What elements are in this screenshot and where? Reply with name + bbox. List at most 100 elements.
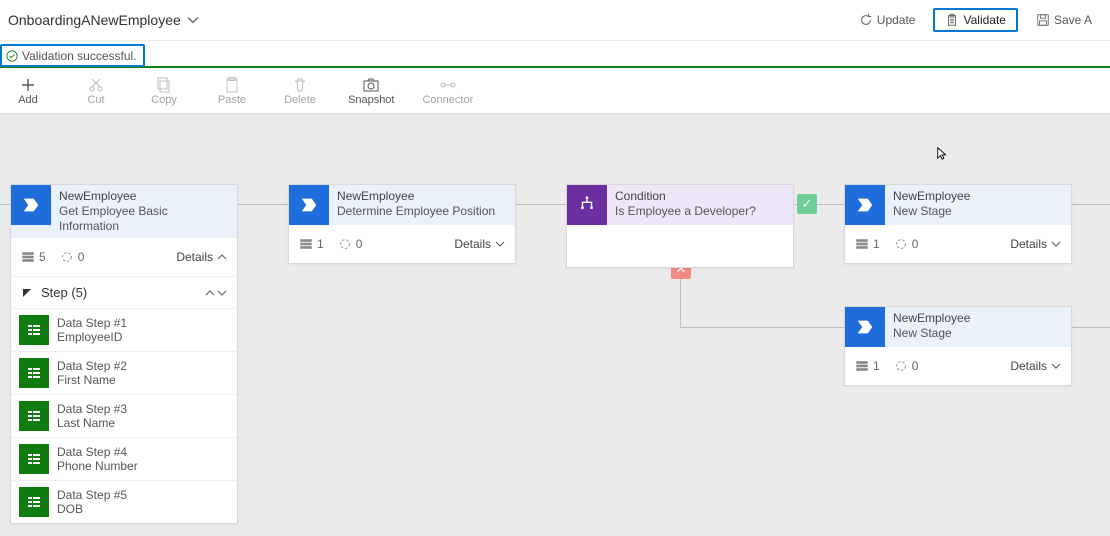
mouse-cursor-icon — [936, 144, 950, 162]
step-subtitle: First Name — [57, 373, 127, 387]
cycle-icon — [894, 237, 908, 251]
header-actions: Update Validate Save A — [853, 8, 1102, 32]
stage-card-5[interactable]: NewEmployee New Stage 1 0 Details — [844, 306, 1072, 386]
form-icon — [19, 444, 49, 474]
flow-canvas[interactable]: ✓ ✕ NewEmployee Get Employee Basic Infor… — [0, 114, 1110, 536]
stage-name: New Stage — [893, 326, 1063, 341]
scissors-icon — [87, 76, 105, 94]
copy-label: Copy — [151, 94, 177, 106]
stage-name: Determine Employee Position — [337, 204, 507, 219]
cycle-count: 0 — [78, 250, 85, 264]
connector-icon — [439, 76, 457, 94]
arrow-down-icon[interactable] — [217, 288, 227, 298]
step-count: 1 — [873, 237, 880, 251]
add-button[interactable]: Add — [8, 76, 48, 106]
clipboard-icon — [223, 76, 241, 94]
form-icon — [19, 315, 49, 345]
step-count: 5 — [39, 250, 46, 264]
stage-meta: 1 0 Details — [845, 225, 1071, 263]
camera-icon — [362, 76, 380, 94]
step-title: Data Step #3 — [57, 402, 127, 416]
step-row[interactable]: Data Step #4Phone Number — [11, 437, 237, 480]
details-toggle[interactable]: Details — [176, 250, 227, 264]
validation-text: Validation successful. — [22, 49, 137, 63]
cycle-icon — [338, 237, 352, 251]
step-row[interactable]: Data Step #3Last Name — [11, 394, 237, 437]
connector-label: Connector — [422, 94, 473, 106]
step-subtitle: Last Name — [57, 416, 127, 430]
clipboard-check-icon — [945, 13, 959, 27]
branch-icon — [567, 185, 607, 225]
add-label: Add — [18, 94, 38, 106]
stage-header: NewEmployee Determine Employee Position — [289, 185, 515, 225]
step-title: Data Step #1 — [57, 316, 127, 330]
step-title: Data Step #4 — [57, 445, 138, 459]
details-label: Details — [1010, 359, 1047, 373]
stage-icon — [11, 185, 51, 225]
stage-meta: 1 0 Details — [845, 347, 1071, 385]
steps-icon — [21, 250, 35, 264]
triangle-icon — [21, 287, 33, 299]
delete-label: Delete — [284, 94, 316, 106]
details-toggle[interactable]: Details — [1010, 359, 1061, 373]
stage-meta: 1 0 Details — [289, 225, 515, 263]
cycle-icon — [60, 250, 74, 264]
stage-card-1[interactable]: NewEmployee Get Employee Basic Informati… — [10, 184, 238, 524]
trash-icon — [291, 76, 309, 94]
details-label: Details — [454, 237, 491, 251]
condition-true-badge: ✓ — [797, 194, 817, 214]
stage-name: Get Employee Basic Information — [59, 204, 229, 234]
steps-icon — [855, 237, 869, 251]
details-toggle[interactable]: Details — [1010, 237, 1061, 251]
cut-label: Cut — [87, 94, 104, 106]
save-as-button[interactable]: Save A — [1030, 9, 1098, 31]
paste-label: Paste — [218, 94, 246, 106]
snapshot-button[interactable]: Snapshot — [348, 76, 394, 106]
copy-button[interactable]: Copy — [144, 76, 184, 106]
flow-title[interactable]: OnboardingANewEmployee — [8, 12, 199, 28]
form-icon — [19, 401, 49, 431]
save-icon — [1036, 13, 1050, 27]
details-toggle[interactable]: Details — [454, 237, 505, 251]
condition-label: Condition — [615, 189, 785, 204]
cut-button[interactable]: Cut — [76, 76, 116, 106]
toolbar: Add Cut Copy Paste Delete Snapshot Conne… — [0, 68, 1110, 114]
stage-icon — [845, 307, 885, 347]
step-row[interactable]: Data Step #5DOB — [11, 480, 237, 523]
connector-button[interactable]: Connector — [422, 76, 473, 106]
stage-titles: NewEmployee New Stage — [885, 307, 1071, 347]
stage-card-4[interactable]: NewEmployee New Stage 1 0 Details — [844, 184, 1072, 264]
chevron-down-icon — [187, 14, 199, 26]
update-button[interactable]: Update — [853, 9, 922, 31]
stage-entity: NewEmployee — [59, 189, 229, 204]
condition-titles: Condition Is Employee a Developer? — [607, 185, 793, 225]
delete-button[interactable]: Delete — [280, 76, 320, 106]
step-row[interactable]: Data Step #2First Name — [11, 351, 237, 394]
stage-header: NewEmployee New Stage — [845, 307, 1071, 347]
step-title: Data Step #5 — [57, 488, 127, 502]
copy-icon — [155, 76, 173, 94]
step-count: 1 — [317, 237, 324, 251]
step-subtitle: EmployeeID — [57, 330, 127, 344]
steps-icon — [299, 237, 313, 251]
chevron-down-icon — [1051, 239, 1061, 249]
arrow-up-icon[interactable] — [205, 288, 215, 298]
stage-titles: NewEmployee New Stage — [885, 185, 1071, 225]
condition-card[interactable]: Condition Is Employee a Developer? — [566, 184, 794, 268]
validate-button[interactable]: Validate — [933, 8, 1017, 32]
snapshot-label: Snapshot — [348, 94, 394, 106]
step-subtitle: DOB — [57, 502, 127, 516]
validation-message: Validation successful. — [0, 44, 145, 67]
stage-icon — [289, 185, 329, 225]
stage-entity: NewEmployee — [337, 189, 507, 204]
steps-header: Step (5) — [11, 276, 237, 308]
paste-button[interactable]: Paste — [212, 76, 252, 106]
step-title: Data Step #2 — [57, 359, 127, 373]
step-subtitle: Phone Number — [57, 459, 138, 473]
step-count: 1 — [873, 359, 880, 373]
step-row[interactable]: Data Step #1EmployeeID — [11, 308, 237, 351]
chevron-down-icon — [1051, 361, 1061, 371]
condition-name: Is Employee a Developer? — [615, 204, 785, 219]
cycle-count: 0 — [356, 237, 363, 251]
stage-card-2[interactable]: NewEmployee Determine Employee Position … — [288, 184, 516, 264]
